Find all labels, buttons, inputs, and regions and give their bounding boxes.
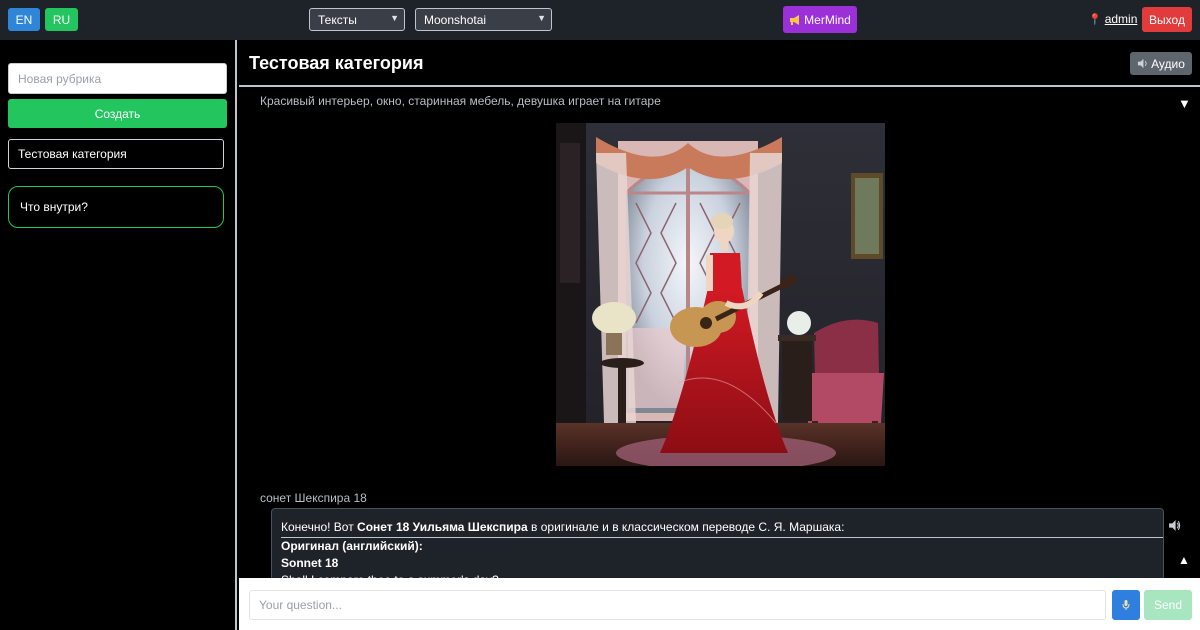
chevron-down-icon: ▼ (390, 13, 399, 23)
question-bar: Your question... Send (239, 578, 1200, 630)
audio-label: Аудио (1151, 56, 1185, 71)
user-name[interactable]: admin (1105, 12, 1138, 26)
send-button[interactable]: Send (1144, 590, 1192, 620)
sidebar-item-category[interactable]: Тестовая категория (8, 139, 224, 169)
pin-icon: 📍 (1088, 13, 1102, 26)
content-type-value: Тексты (318, 12, 357, 27)
generated-image (556, 123, 885, 466)
content-type-select[interactable]: Тексты ▼ (309, 8, 405, 31)
top-bar: EN RU Тексты ▼ Moonshotai ▼ MerMind 📍 ad… (0, 0, 1200, 40)
question-input[interactable]: Your question... (249, 590, 1106, 620)
megaphone-icon (790, 14, 800, 25)
new-rubric-input[interactable]: Новая рубрика (8, 63, 227, 94)
create-button[interactable]: Создать (8, 99, 227, 128)
mermind-button[interactable]: MerMind (783, 6, 857, 33)
lang-en-button[interactable]: EN (8, 8, 40, 31)
triangle-up-icon[interactable]: ▲ (1178, 553, 1190, 567)
answer-intro: Конечно! Вот Сонет 18 Уильяма Шекспира в… (281, 519, 1163, 538)
speaker-icon[interactable] (1168, 519, 1181, 535)
lang-ru-button[interactable]: RU (45, 8, 78, 31)
main-header: Тестовая категория Аудио (239, 40, 1200, 87)
prompt-text: сонет Шекспира 18 (260, 491, 367, 505)
page-title: Тестовая категория (249, 53, 424, 73)
answer-intro-pre: Конечно! Вот (281, 520, 358, 534)
sidebar: Новая рубрика Создать Тестовая категория… (0, 40, 237, 630)
logout-button[interactable]: Выход (1142, 7, 1192, 32)
prompt-text: Красивый интерьер, окно, старинная мебел… (260, 94, 661, 108)
speaker-icon (1137, 58, 1147, 69)
user-link[interactable]: 📍 admin (1088, 12, 1137, 26)
what-inside-button[interactable]: Что внутри? (8, 186, 224, 228)
chevron-down-icon: ▼ (537, 13, 546, 23)
answer-intro-post: в оригинале и в классическом переводе С.… (527, 520, 845, 534)
audio-button[interactable]: Аудио (1130, 52, 1192, 75)
mermind-label: MerMind (804, 12, 851, 27)
triangle-down-icon[interactable]: ▼ (1178, 96, 1191, 111)
microphone-icon (1122, 600, 1130, 610)
answer-block: Конечно! Вот Сонет 18 Уильяма Шекспира в… (271, 508, 1164, 588)
answer-sonnet-title: Sonnet 18 (281, 556, 339, 570)
model-value: Moonshotai (424, 12, 487, 27)
microphone-button[interactable] (1112, 590, 1140, 620)
answer-intro-bold: Сонет 18 Уильяма Шекспира (357, 520, 528, 534)
answer-original-heading: Оригинал (английский): (281, 539, 423, 553)
model-select[interactable]: Moonshotai ▼ (415, 8, 552, 31)
main-panel: Тестовая категория Аудио Красивый интерь… (239, 40, 1200, 588)
